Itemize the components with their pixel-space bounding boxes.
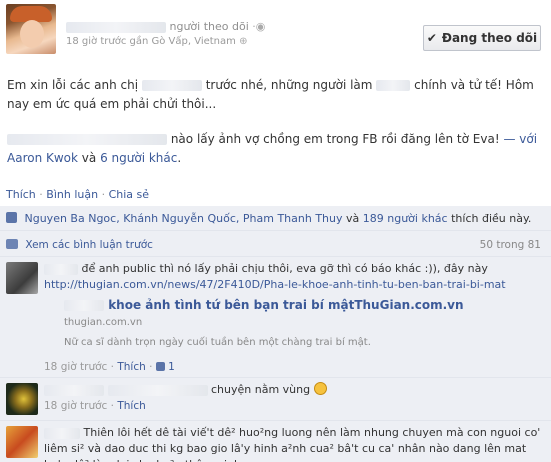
likers-names[interactable]: Nguyen Ba Ngoc, Khánh Nguyễn Quốc, Pham … bbox=[25, 212, 343, 225]
comment-item: để anh public thì nó lấy phải chịu thôi,… bbox=[0, 258, 551, 378]
comment-text-line: chuyện nằm vùng bbox=[44, 382, 544, 398]
redacted-text bbox=[7, 134, 167, 145]
post-timestamp[interactable]: 18 giờ trước gần Gò Vấp, Vietnam bbox=[66, 36, 236, 47]
audience-icon: ·◉ bbox=[252, 20, 266, 33]
comment-meta: 18 giờ trước · Thích bbox=[44, 398, 544, 414]
period: . bbox=[177, 151, 182, 165]
post-message-2: nào lấy ảnh vợ chồng em trong FB rồi đăn… bbox=[7, 130, 542, 168]
privacy-icon: ⊕ bbox=[239, 36, 248, 47]
follower-label: người theo dõi bbox=[169, 20, 249, 33]
comment-count: 50 trong 81 bbox=[479, 239, 541, 251]
redacted-commenter-name[interactable] bbox=[44, 263, 78, 275]
and-label: và bbox=[346, 212, 360, 225]
tagged-person-link[interactable]: Aaron Kwok bbox=[7, 151, 78, 165]
comment-item: Thiên lôi hết dê tài viế't dê² huo²ng lu… bbox=[0, 422, 551, 462]
post-text-part: nào lấy ảnh vợ chồng em trong FB rồi đăn… bbox=[170, 132, 500, 146]
view-previous-comments[interactable]: Xem các bình luận trước 50 trong 81 bbox=[0, 233, 551, 257]
comment-text: để anh public thì nó lấy phải chịu thôi,… bbox=[81, 262, 488, 275]
avatar-face bbox=[20, 20, 44, 48]
likes-summary: Nguyen Ba Ngoc, Khánh Nguyễn Quốc, Pham … bbox=[0, 207, 551, 231]
comment-text-line: để anh public thì nó lấy phải chịu thôi,… bbox=[44, 261, 544, 277]
comment-like-link[interactable]: Thích bbox=[117, 361, 145, 373]
comment-timestamp[interactable]: 18 giờ trước bbox=[44, 361, 107, 373]
grin-emoticon-icon bbox=[313, 382, 327, 395]
redacted-commenter-name[interactable] bbox=[44, 427, 80, 439]
comment-body: Thiên lôi hết dê tài viế't dê² huo²ng lu… bbox=[44, 425, 544, 462]
post-actions: Thích · Bình luận · Chia sẻ bbox=[6, 188, 149, 201]
separator: · bbox=[110, 361, 115, 373]
link-preview-domain: thugian.com.vn bbox=[64, 317, 143, 328]
comment-url-link[interactable]: http://thugian.com.vn/news/47/2F410D/Pha… bbox=[44, 277, 544, 293]
share-link[interactable]: Chia sẻ bbox=[109, 188, 149, 201]
comment-like-link[interactable]: Thích bbox=[117, 400, 145, 412]
redacted-commenter-name[interactable] bbox=[44, 384, 104, 396]
separator: · bbox=[149, 361, 153, 373]
commenter-avatar[interactable] bbox=[6, 426, 38, 458]
tagged-others-link[interactable]: 6 người khác bbox=[100, 151, 177, 165]
link-preview-card[interactable]: khoe ảnh tình tứ bên bạn trai bí mậtThuG… bbox=[64, 297, 544, 351]
checkmark-icon: ✔ bbox=[426, 31, 437, 45]
comment-body: để anh public thì nó lấy phải chịu thôi,… bbox=[44, 261, 544, 375]
link-preview-title[interactable]: khoe ảnh tình tứ bên bạn trai bí mậtThuG… bbox=[64, 297, 544, 313]
comment-link[interactable]: Bình luận bbox=[46, 188, 98, 201]
redacted-text bbox=[376, 80, 411, 91]
and-label: và bbox=[81, 151, 97, 165]
card-title-site: ThuGian.com.vn bbox=[354, 298, 464, 312]
redacted-author-name bbox=[66, 21, 166, 33]
following-button-label: Đang theo dõi bbox=[441, 31, 538, 45]
author-avatar[interactable] bbox=[6, 4, 56, 54]
redacted-text bbox=[107, 384, 208, 396]
comment-text-line: Thiên lôi hết dê tài viế't dê² huo²ng lu… bbox=[44, 425, 544, 462]
comment-bubble-icon bbox=[6, 239, 18, 249]
thumbs-up-icon bbox=[6, 212, 17, 223]
commenter-avatar[interactable] bbox=[6, 262, 38, 294]
post-header: người theo dõi ·◉ 18 giờ trước gần Gò Vấ… bbox=[0, 0, 551, 60]
comment-text: chuyện nằm vùng bbox=[211, 383, 311, 396]
redacted-text bbox=[141, 80, 202, 91]
likes-suffix: thích điều này. bbox=[451, 212, 532, 225]
comment-meta: 18 giờ trước · Thích · 1 bbox=[44, 359, 544, 375]
like-count-icon bbox=[155, 362, 165, 371]
comment-like-count[interactable]: 1 bbox=[168, 361, 175, 373]
view-previous-link[interactable]: Xem các bình luận trước bbox=[25, 239, 153, 251]
post-text-part: Em xin lỗi các anh chị bbox=[7, 78, 139, 92]
redacted-text bbox=[64, 300, 104, 311]
following-button[interactable]: ✔ Đang theo dõi bbox=[423, 25, 541, 51]
comment-text: Thiên lôi hết dê tài viế't dê² huo²ng lu… bbox=[44, 426, 541, 462]
comment-item: chuyện nằm vùng 18 giờ trước · Thích bbox=[0, 379, 551, 421]
other-likers-link[interactable]: 189 người khác bbox=[363, 212, 448, 225]
commenter-avatar[interactable] bbox=[6, 383, 38, 415]
post-message-1: Em xin lỗi các anh chị trước nhé, những … bbox=[7, 76, 542, 114]
separator: · bbox=[110, 400, 115, 412]
comment-timestamp[interactable]: 18 giờ trước bbox=[44, 400, 107, 412]
post-meta: 18 giờ trước gần Gò Vấp, Vietnam ⊕ bbox=[66, 36, 247, 47]
post-text-part: trước nhé, những người làm bbox=[205, 78, 373, 92]
comment-body: chuyện nằm vùng 18 giờ trước · Thích bbox=[44, 382, 544, 414]
card-title-text: khoe ảnh tình tứ bên bạn trai bí mật bbox=[108, 298, 355, 312]
separator: · bbox=[39, 188, 43, 201]
with-label: — với bbox=[503, 132, 538, 146]
author-name-line: người theo dõi ·◉ bbox=[66, 20, 265, 33]
separator: · bbox=[101, 188, 106, 201]
link-preview-description: Nữ ca sĩ dành trọn ngày cuối tuần bên mộ… bbox=[64, 337, 371, 348]
like-link[interactable]: Thích bbox=[6, 188, 36, 201]
